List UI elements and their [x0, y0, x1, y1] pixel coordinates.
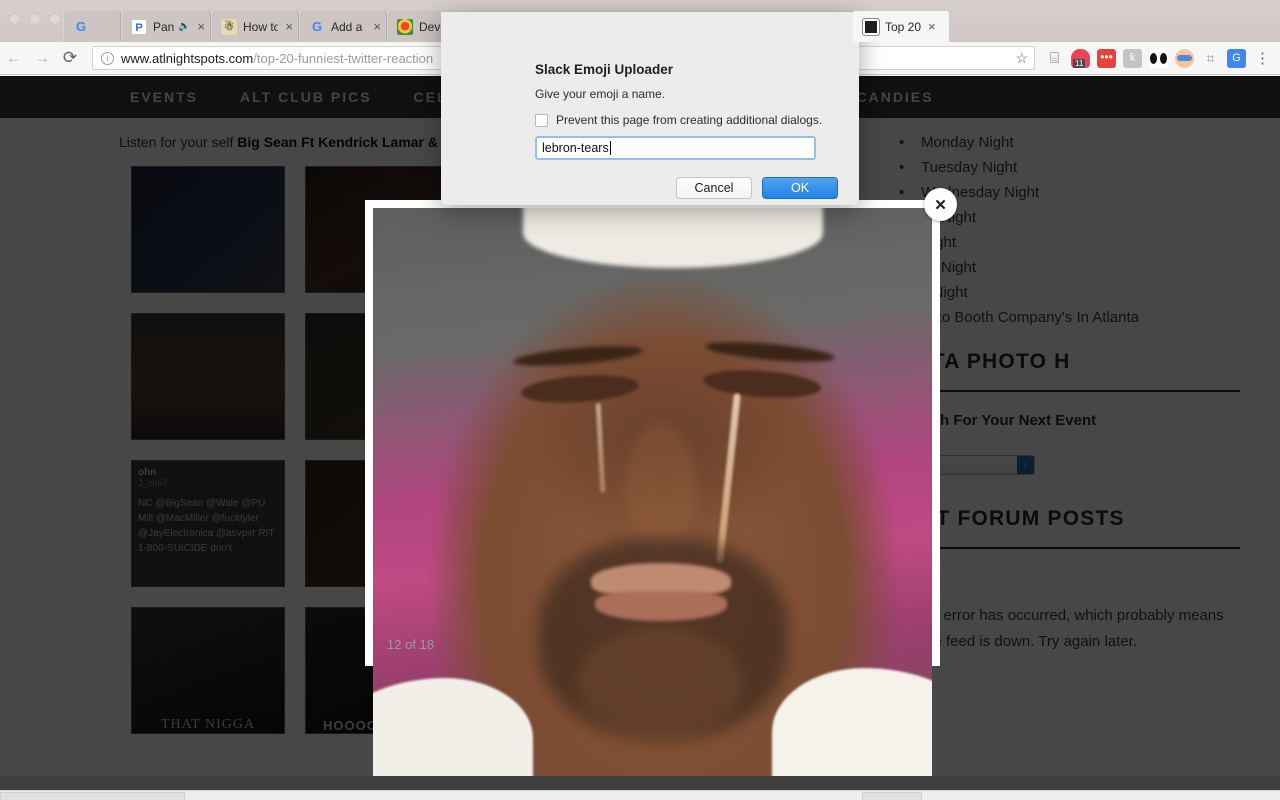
photo-detail — [716, 393, 741, 563]
javascript-dialog: Slack Emoji Uploader Give your emoji a n… — [441, 12, 859, 205]
tab-close-icon[interactable]: × — [373, 20, 381, 33]
dock-item[interactable] — [0, 792, 185, 800]
close-icon[interactable]: ✕ — [924, 188, 957, 221]
tab-title: Top 20 — [885, 19, 922, 34]
photo-detail — [625, 423, 697, 553]
os-dock — [0, 790, 1280, 800]
emoji-name-input[interactable]: lebron-tears — [535, 136, 816, 160]
prevent-dialogs-checkbox-row[interactable]: Prevent this page from creating addition… — [535, 113, 822, 127]
java-icon: ☃ — [221, 18, 237, 35]
tab-1[interactable]: P Panc 🔈 × — [121, 11, 211, 42]
dock-item[interactable] — [862, 792, 922, 800]
prevent-dialogs-label: Prevent this page from creating addition… — [556, 113, 823, 127]
tab-close-icon[interactable]: × — [197, 20, 205, 33]
tab-title: Panc — [153, 19, 174, 34]
screen: EVENTS ALT CLUB PICS CELE M CANDIES List… — [0, 0, 1280, 800]
ok-button[interactable]: OK — [762, 177, 838, 199]
face-extension-icon[interactable] — [1175, 48, 1194, 68]
forward-button[interactable]: → — [28, 48, 56, 68]
tab-title: Add a v — [331, 19, 366, 34]
url-host: www.atlnightspots.com — [121, 50, 254, 66]
red-extension-icon[interactable]: ••• — [1097, 48, 1116, 68]
photo-detail — [595, 402, 606, 494]
url-path: /top-20-funniest-twitter-reaction — [253, 50, 434, 66]
dialog-buttons: Cancel OK — [676, 177, 838, 199]
lightbox-image — [373, 208, 932, 800]
black-eyes-icon[interactable] — [1149, 48, 1168, 68]
photo-detail — [512, 342, 644, 370]
lightbox-counter: 12 of 18 — [387, 637, 434, 652]
emoji-name-value: lebron-tears — [542, 141, 609, 155]
bookmark-star-icon[interactable]: ☆ — [1015, 50, 1028, 67]
window-controls — [9, 13, 61, 25]
prevent-dialogs-checkbox[interactable] — [535, 113, 548, 127]
photo-detail — [704, 338, 836, 366]
google-icon: G — [75, 18, 87, 34]
cast-icon[interactable]: ⌸ — [1045, 49, 1064, 68]
back-button[interactable]: ← — [0, 48, 28, 68]
dialog-title: Slack Emoji Uploader — [535, 62, 674, 77]
p-icon: P — [131, 18, 147, 35]
page-footer — [0, 776, 1280, 790]
photo-detail — [595, 591, 727, 621]
site-info-icon[interactable]: i — [101, 51, 114, 65]
zoom-window-button[interactable] — [49, 13, 61, 25]
tab-close-icon[interactable]: × — [285, 20, 293, 33]
reload-button[interactable]: ⟳ — [56, 48, 84, 68]
tab-0[interactable]: G — [63, 11, 121, 42]
grey-extension-icon[interactable]: ƙ — [1123, 48, 1142, 68]
photo-detail — [520, 371, 640, 407]
photo-detail — [578, 628, 743, 738]
image-icon — [863, 18, 879, 35]
minimize-window-button[interactable] — [29, 13, 41, 25]
extension-toolbar: ⌸ ••• ƙ ⌗ G ⋮ — [1035, 48, 1280, 68]
photo-detail — [702, 366, 822, 402]
tab-3[interactable]: G Add a v × — [299, 11, 387, 42]
text-caret — [609, 141, 611, 155]
chrome-menu-icon[interactable]: ⋮ — [1253, 49, 1272, 68]
pocket-icon[interactable] — [1071, 48, 1090, 68]
hash-extension-icon[interactable]: ⌗ — [1201, 49, 1220, 68]
tab-title: How to — [243, 19, 279, 34]
chrome-icon — [397, 18, 413, 35]
lightbox: 12 of 18 ✕ — [365, 188, 957, 800]
close-window-button[interactable] — [9, 13, 21, 25]
tab-9-active[interactable]: Top 20 × — [853, 11, 949, 42]
photo-detail — [523, 208, 823, 268]
mute-icon[interactable]: 🔈 — [178, 21, 190, 32]
google-icon: G — [311, 18, 323, 34]
tab-2[interactable]: ☃ How to × — [211, 11, 299, 42]
photo-content — [373, 208, 932, 800]
cancel-button[interactable]: Cancel — [676, 177, 752, 199]
tab-close-icon[interactable]: × — [928, 20, 936, 33]
gsuite-extension-icon[interactable]: G — [1227, 48, 1246, 68]
dialog-message: Give your emoji a name. — [535, 87, 666, 101]
